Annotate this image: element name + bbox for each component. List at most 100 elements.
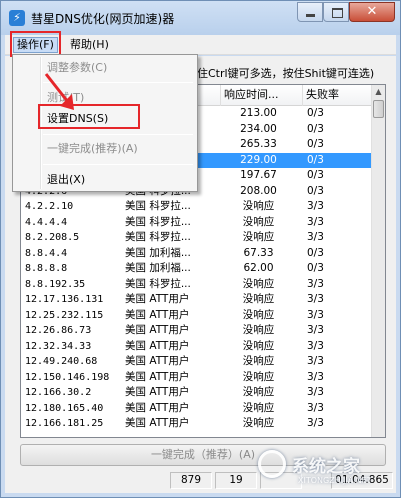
table-row[interactable]: 12.26.86.73 美国 ATT用户 没响应 3/3 [21, 323, 373, 339]
row-failure-rate-cell: 0/3 [307, 153, 324, 166]
table-row[interactable]: 12.150.146.198 美国 ATT用户 没响应 3/3 [21, 370, 373, 386]
row-response-time-cell: 229.00 [240, 153, 277, 166]
table-row[interactable]: 12.25.232.115 美国 ATT用户 没响应 3/3 [21, 308, 373, 324]
row-response-time-cell: 265.33 [240, 138, 277, 150]
row-response-time-cell: 没响应 [242, 277, 275, 290]
maximize-button[interactable] [323, 2, 349, 22]
row-location-cell: 美国 ATT用户 [125, 293, 190, 305]
row-response-time-cell: 没响应 [242, 370, 275, 383]
row-failure-rate-cell: 3/3 [307, 277, 324, 290]
row-failure-rate-cell: 3/3 [307, 401, 324, 414]
row-location-cell: 美国 科罗拉... [125, 215, 191, 228]
table-row[interactable]: 8.8.8.8 美国 加利福... 62.00 0/3 [21, 261, 373, 277]
row-failure-rate-cell: 3/3 [307, 355, 324, 367]
row-response-time-cell: 没响应 [242, 417, 275, 429]
row-location-cell: 美国 科罗拉... [125, 231, 191, 243]
row-response-time-cell: 197.67 [240, 169, 277, 181]
row-ip-cell: 12.26.86.73 [25, 325, 92, 336]
row-location-cell: 美国 ATT用户 [125, 386, 190, 398]
row-failure-rate-cell: 0/3 [307, 184, 324, 197]
row-failure-rate-cell: 3/3 [307, 200, 324, 212]
row-failure-rate-cell: 3/3 [307, 339, 324, 352]
row-failure-rate-cell: 0/3 [307, 262, 324, 274]
row-failure-rate-cell: 3/3 [307, 324, 324, 336]
row-ip-cell: 4.2.2.10 [25, 201, 74, 212]
row-failure-rate-cell: 0/3 [307, 107, 324, 119]
table-row[interactable]: 12.49.240.68 美国 ATT用户 没响应 3/3 [21, 354, 373, 370]
table-row[interactable]: 12.17.136.131 美国 ATT用户 没响应 3/3 [21, 292, 373, 308]
row-ip-cell: 12.150.146.198 [25, 371, 110, 383]
row-response-time-cell: 没响应 [242, 293, 275, 305]
column-header-response-time[interactable]: 响应时间... [221, 85, 303, 106]
row-response-time-cell: 没响应 [242, 308, 275, 321]
row-location-cell: 美国 ATT用户 [125, 324, 190, 336]
menu-separator [43, 164, 193, 165]
row-ip-cell: 8.8.192.35 [25, 278, 86, 290]
status-count-1: 879 [170, 472, 212, 489]
scrollbar-thumb[interactable] [373, 100, 384, 118]
status-count-2: 19 [215, 472, 257, 489]
menu-bar: 操作(F) 帮助(H) [5, 35, 396, 55]
menu-item-exit[interactable]: 退出(X) [47, 171, 85, 189]
row-ip-cell: 4.4.4.4 [25, 216, 68, 228]
menu-item-one-click-complete[interactable]: 一键完成(推荐)(A) [47, 140, 138, 158]
row-location-cell: 美国 ATT用户 [125, 339, 190, 352]
row-failure-rate-cell: 3/3 [307, 417, 324, 429]
row-response-time-cell: 213.00 [240, 107, 277, 119]
scroll-up-arrow-icon[interactable]: ▲ [372, 85, 385, 99]
row-location-cell: 美国 科罗拉... [125, 200, 191, 212]
table-row[interactable]: 4.2.2.10 美国 科罗拉... 没响应 3/3 [21, 199, 373, 215]
row-failure-rate-cell: 3/3 [307, 386, 324, 398]
row-response-time-cell: 62.00 [243, 262, 274, 274]
row-response-time-cell: 没响应 [242, 231, 275, 243]
pointer-arrow-icon [44, 73, 74, 110]
window-title: 彗星DNS优化(网页加速)器 [31, 12, 175, 26]
row-response-time-cell: 208.00 [240, 184, 277, 197]
table-row[interactable]: 12.32.34.33 美国 ATT用户 没响应 3/3 [21, 339, 373, 355]
row-ip-cell: 8.2.208.5 [25, 232, 80, 243]
table-row[interactable]: 4.4.4.4 美国 科罗拉... 没响应 3/3 [21, 215, 373, 231]
table-row[interactable]: 12.166.30.2 美国 ATT用户 没响应 3/3 [21, 385, 373, 401]
row-location-cell: 美国 ATT用户 [125, 370, 190, 383]
table-row[interactable]: 8.8.192.35 美国 科罗拉... 没响应 3/3 [21, 277, 373, 293]
watermark-text: 系统之家 [292, 457, 360, 477]
row-failure-rate-cell: 0/3 [307, 246, 324, 259]
row-location-cell: 美国 ATT用户 [125, 308, 190, 321]
menu-separator [43, 134, 193, 135]
row-location-cell: 美国 加利福... [125, 262, 191, 274]
table-row[interactable]: 12.166.181.25 美国 ATT用户 没响应 3/3 [21, 416, 373, 432]
column-header-failure-rate[interactable]: 失败率 [303, 85, 373, 106]
row-ip-cell: 12.166.181.25 [25, 418, 104, 429]
menu-help[interactable]: 帮助(H) [67, 37, 112, 53]
vertical-scrollbar[interactable]: ▲ [371, 85, 385, 437]
close-button[interactable]: ✕ [349, 2, 395, 22]
row-failure-rate-cell: 3/3 [307, 231, 324, 243]
row-ip-cell: 12.32.34.33 [25, 340, 92, 352]
row-ip-cell: 12.166.30.2 [25, 387, 92, 398]
row-ip-cell: 12.180.165.40 [25, 402, 104, 414]
row-response-time-cell: 67.33 [243, 246, 274, 259]
row-location-cell: 美国 ATT用户 [125, 417, 190, 429]
row-response-time-cell: 没响应 [242, 339, 275, 352]
row-location-cell: 美国 加利福... [125, 246, 191, 259]
row-failure-rate-cell: 3/3 [307, 308, 324, 321]
selection-hint: 住Ctrl键可多选，按住Shit键可连选) [197, 67, 375, 80]
row-location-cell: 美国 ATT用户 [125, 401, 190, 414]
row-location-cell: 美国 ATT用户 [125, 355, 190, 367]
row-response-time-cell: 没响应 [242, 215, 275, 228]
minimize-button[interactable] [297, 2, 323, 22]
row-failure-rate-cell: 0/3 [307, 138, 324, 150]
row-ip-cell: 8.8.4.4 [25, 247, 68, 259]
table-row[interactable]: 8.2.208.5 美国 科罗拉... 没响应 3/3 [21, 230, 373, 246]
row-response-time-cell: 没响应 [242, 355, 275, 367]
row-failure-rate-cell: 0/3 [307, 122, 324, 135]
title-bar[interactable]: ⚡ 彗星DNS优化(网页加速)器 ✕ [1, 1, 400, 35]
watermark-subtext: XITONGZHIJIA.NET [298, 476, 372, 485]
table-row[interactable]: 8.8.4.4 美国 加利福... 67.33 0/3 [21, 246, 373, 262]
watermark-logo-icon [258, 450, 286, 478]
row-failure-rate-cell: 0/3 [307, 169, 324, 181]
table-row[interactable]: 12.180.165.40 美国 ATT用户 没响应 3/3 [21, 401, 373, 417]
row-response-time-cell: 没响应 [242, 200, 275, 212]
row-location-cell: 美国 科罗拉... [125, 277, 191, 290]
lightning-app-icon: ⚡ [9, 10, 25, 26]
